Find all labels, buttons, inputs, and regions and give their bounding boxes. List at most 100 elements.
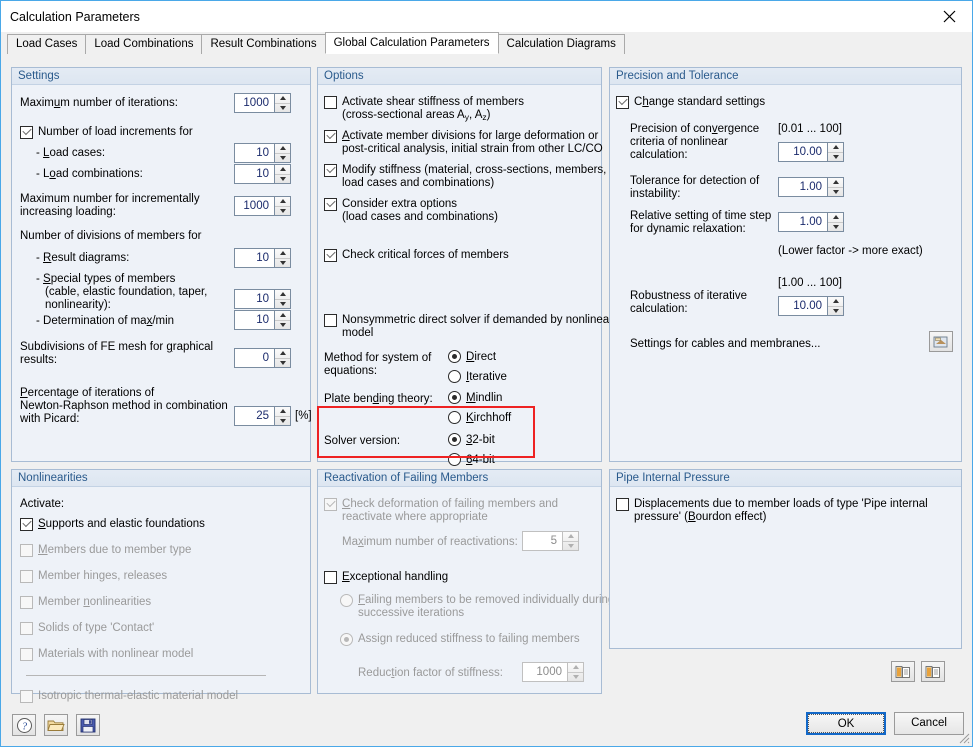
pipe-displacements-checkbox[interactable] — [616, 498, 629, 511]
convergence-up[interactable] — [828, 143, 843, 153]
result-diagrams-stepper[interactable]: 10 — [234, 248, 291, 268]
modify-stiffness-checkbox[interactable] — [324, 163, 337, 177]
nl-solids-contact-checkbox[interactable] — [20, 622, 33, 635]
special-types-up[interactable] — [275, 290, 290, 300]
timestep-down[interactable] — [828, 223, 843, 232]
member-divisions-checkbox[interactable] — [324, 129, 337, 143]
settings-dialog-icon[interactable] — [929, 331, 953, 352]
tab-global-calculation-parameters[interactable]: Global Calculation Parameters — [324, 32, 499, 54]
load-combinations-value[interactable]: 10 — [234, 164, 274, 184]
tab-result-combinations[interactable]: Result Combinations — [201, 34, 326, 54]
result-diagrams-up[interactable] — [275, 249, 290, 259]
max-incremental-value[interactable]: 1000 — [234, 196, 274, 216]
plate-mindlin-radio[interactable] — [448, 391, 461, 404]
load-cases-up[interactable] — [275, 144, 290, 154]
instability-stepper[interactable]: 1.00 — [778, 177, 844, 197]
load-combinations-stepper[interactable]: 10 — [234, 164, 291, 184]
timestep-up[interactable] — [828, 213, 843, 223]
subdivisions-down[interactable] — [275, 359, 290, 368]
help-icon[interactable]: ? — [12, 714, 36, 736]
change-standard-settings-checkbox[interactable] — [616, 95, 629, 109]
load-cases-down[interactable] — [275, 154, 290, 163]
solver-64bit-radio[interactable] — [448, 453, 461, 466]
max-min-stepper[interactable]: 10 — [234, 310, 291, 330]
subdivisions-up[interactable] — [275, 349, 290, 359]
cancel-button[interactable]: Cancel — [894, 712, 964, 735]
copy-from-icon[interactable] — [921, 661, 945, 682]
convergence-value[interactable]: 10.00 — [778, 142, 827, 162]
exceptional-handling-checkbox[interactable] — [324, 571, 337, 584]
nl-materials-nonlinear-checkbox[interactable] — [20, 648, 33, 661]
nonsymmetric-solver-checkbox[interactable] — [324, 314, 337, 327]
close-icon[interactable] — [927, 1, 972, 31]
plate-kirchhoff-radio[interactable] — [448, 411, 461, 424]
extra-options-checkbox[interactable] — [324, 197, 337, 211]
nl-supports-checkbox[interactable] — [20, 517, 33, 531]
load-combinations-up[interactable] — [275, 165, 290, 175]
convergence-stepper[interactable]: 10.00 — [778, 142, 844, 162]
instability-up[interactable] — [828, 178, 843, 188]
critical-forces-checkbox[interactable] — [324, 248, 337, 262]
load-increments-checkbox[interactable] — [20, 125, 33, 139]
robustness-up[interactable] — [828, 297, 843, 307]
max-incremental-up[interactable] — [275, 197, 290, 207]
reduction-factor-value[interactable]: 1000 — [522, 662, 567, 682]
tab-calculation-diagrams[interactable]: Calculation Diagrams — [497, 34, 625, 54]
percentage-value[interactable]: 25 — [234, 406, 274, 426]
max-incremental-down[interactable] — [275, 207, 290, 216]
max-min-up[interactable] — [275, 311, 290, 321]
method-direct-radio[interactable] — [448, 350, 461, 363]
robustness-stepper[interactable]: 10.00 — [778, 296, 844, 316]
max-iterations-arrows[interactable] — [274, 93, 291, 113]
check-deformation-checkbox[interactable] — [324, 497, 337, 511]
max-min-value[interactable]: 10 — [234, 310, 274, 330]
shear-stiffness-checkbox[interactable] — [324, 96, 337, 109]
percentage-stepper[interactable]: 25 — [234, 406, 291, 426]
max-iterations-value[interactable]: 1000 — [234, 93, 274, 113]
special-types-down[interactable] — [275, 300, 290, 309]
convergence-down[interactable] — [828, 153, 843, 162]
instability-down[interactable] — [828, 188, 843, 197]
isotropic-thermal-checkbox[interactable] — [20, 690, 33, 703]
open-folder-icon[interactable] — [44, 714, 68, 736]
reduction-factor-stepper[interactable]: 1000 — [522, 662, 584, 682]
percentage-down[interactable] — [275, 417, 290, 426]
result-diagrams-down[interactable] — [275, 259, 290, 268]
max-iterations-up[interactable] — [275, 94, 290, 104]
special-types-value[interactable]: 10 — [234, 289, 274, 309]
copy-to-icon[interactable] — [891, 661, 915, 682]
solver-32bit-radio[interactable] — [448, 433, 461, 446]
max-iterations-stepper[interactable]: 1000 — [234, 93, 291, 113]
resize-grip[interactable] — [956, 730, 970, 744]
max-min-down[interactable] — [275, 321, 290, 330]
percentage-up[interactable] — [275, 407, 290, 417]
max-incremental-stepper[interactable]: 1000 — [234, 196, 291, 216]
load-cases-value[interactable]: 10 — [234, 143, 274, 163]
instability-value[interactable]: 1.00 — [778, 177, 827, 197]
reduction-factor-down[interactable] — [568, 673, 583, 682]
timestep-stepper[interactable]: 1.00 — [778, 212, 844, 232]
max-reactivations-up[interactable] — [563, 532, 578, 542]
timestep-value[interactable]: 1.00 — [778, 212, 827, 232]
failing-removed-radio[interactable] — [340, 594, 353, 607]
nl-members-type-checkbox[interactable] — [20, 544, 33, 557]
robustness-down[interactable] — [828, 307, 843, 316]
max-reactivations-value[interactable]: 5 — [522, 531, 562, 551]
load-cases-stepper[interactable]: 10 — [234, 143, 291, 163]
result-diagrams-value[interactable]: 10 — [234, 248, 274, 268]
max-reactivations-stepper[interactable]: 5 — [522, 531, 579, 551]
max-reactivations-down[interactable] — [563, 542, 578, 551]
max-iterations-down[interactable] — [275, 104, 290, 113]
nl-hinges-checkbox[interactable] — [20, 570, 33, 583]
method-iterative-radio[interactable] — [448, 370, 461, 383]
load-combinations-down[interactable] — [275, 175, 290, 184]
reduction-factor-up[interactable] — [568, 663, 583, 673]
reduced-stiffness-radio[interactable] — [340, 633, 353, 646]
tab-load-cases[interactable]: Load Cases — [7, 34, 87, 54]
nl-member-nonlinearities-checkbox[interactable] — [20, 596, 33, 609]
ok-button[interactable]: OK — [806, 712, 886, 735]
robustness-value[interactable]: 10.00 — [778, 296, 827, 316]
tab-load-combinations[interactable]: Load Combinations — [85, 34, 203, 54]
special-types-stepper[interactable]: 10 — [234, 289, 291, 309]
subdivisions-stepper[interactable]: 0 — [234, 348, 291, 368]
